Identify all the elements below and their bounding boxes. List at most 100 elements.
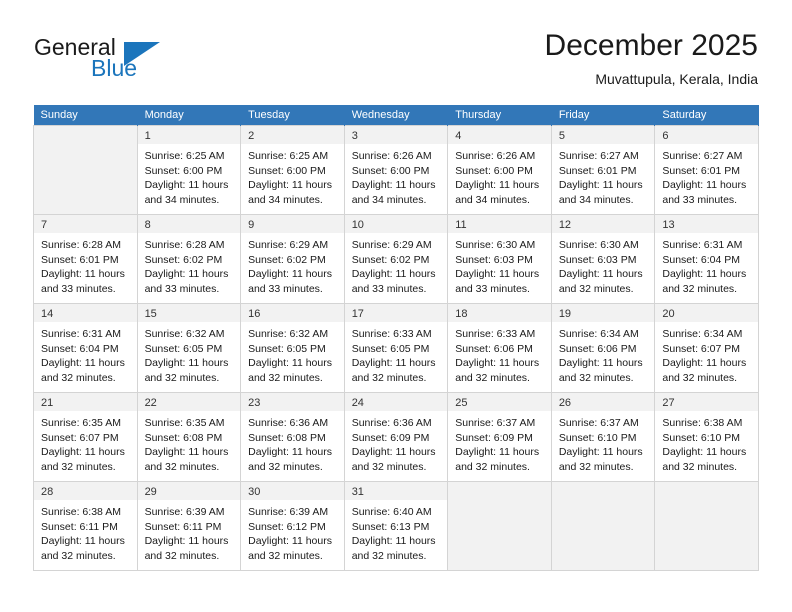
calendar-cell-empty (33, 125, 138, 215)
day-sun-info: Sunrise: 6:34 AM Sunset: 6:07 PM Daylight:… (655, 322, 758, 385)
day-daylight-text: and 33 minutes. (41, 282, 116, 295)
day-sun-info: Sunrise: 6:30 AM Sunset: 6:03 PM Daylight:… (552, 233, 655, 296)
calendar-week-row: 21 Sunrise: 6:35 AM Sunset: 6:07 PM Dayligh… (33, 392, 759, 482)
day-sun-info: Sunrise: 6:34 AM Sunset: 6:06 PM Daylight:… (552, 322, 655, 385)
day-sunset-text: Sunset: 6:06 PM (455, 342, 533, 355)
day-daylight-text: Daylight: 11 hours (558, 268, 643, 280)
day-sunrise-text: Sunrise: 6:36 AM (248, 417, 329, 429)
calendar-day-cell: 11 Sunrise: 6:30 AM Sunset: 6:03 PM Dayligh… (447, 214, 552, 304)
day-sunset-text: Sunset: 6:03 PM (558, 253, 637, 266)
day-daylight-text: and 32 minutes. (662, 371, 738, 384)
day-sun-info: Sunrise: 6:29 AM Sunset: 6:02 PM Daylight:… (345, 233, 448, 296)
day-sunset-text: Sunset: 6:03 PM (455, 253, 533, 266)
day-number: 4 (448, 126, 551, 144)
day-sunset-text: Sunset: 6:00 PM (144, 164, 223, 177)
day-daylight-text: and 32 minutes. (144, 460, 220, 473)
page-title: December 2025 (544, 29, 758, 62)
general-blue-logo: General Blue (34, 34, 174, 84)
day-sun-info: Sunrise: 6:30 AM Sunset: 6:03 PM Daylight:… (448, 233, 551, 296)
day-number: 2 (241, 126, 344, 144)
day-sun-info: Sunrise: 6:32 AM Sunset: 6:05 PM Daylight:… (138, 322, 241, 385)
day-sun-info: Sunrise: 6:33 AM Sunset: 6:05 PM Daylight:… (345, 322, 448, 385)
day-number: 14 (34, 304, 137, 322)
weekday-header-monday: Monday (137, 105, 242, 126)
day-sun-info: Sunrise: 6:25 AM Sunset: 6:00 PM Daylight:… (138, 144, 241, 207)
day-sun-info: Sunrise: 6:35 AM Sunset: 6:08 PM Daylight:… (138, 411, 241, 474)
day-sunrise-text: Sunrise: 6:38 AM (662, 417, 743, 429)
day-daylight-text: Daylight: 11 hours (351, 357, 436, 369)
day-sunrise-text: Sunrise: 6:34 AM (558, 328, 639, 340)
day-sunrise-text: Sunrise: 6:39 AM (248, 506, 329, 518)
calendar-cell-empty (550, 481, 656, 571)
day-sunrise-text: Sunrise: 6:25 AM (144, 150, 225, 162)
calendar-day-cell: 31 Sunrise: 6:40 AM Sunset: 6:13 PM Dayligh… (343, 481, 449, 571)
day-number: 24 (344, 393, 448, 411)
day-daylight-text: Daylight: 11 hours (351, 446, 436, 458)
calendar-week-row: 1 Sunrise: 6:25 AM Sunset: 6:00 PM Daylight… (33, 125, 759, 215)
day-number: 21 (34, 393, 137, 411)
day-daylight-text: Daylight: 11 hours (558, 179, 643, 191)
day-sunrise-text: Sunrise: 6:30 AM (558, 239, 639, 251)
calendar-day-cell: 21 Sunrise: 6:35 AM Sunset: 6:07 PM Dayligh… (33, 392, 138, 482)
day-daylight-text: and 34 minutes. (144, 193, 220, 206)
day-sunrise-text: Sunrise: 6:32 AM (248, 328, 329, 340)
day-number: 22 (137, 393, 241, 411)
day-daylight-text: and 32 minutes. (144, 371, 220, 384)
day-number: 20 (655, 304, 758, 322)
day-sun-info: Sunrise: 6:38 AM Sunset: 6:11 PM Daylight:… (34, 500, 137, 563)
day-sunrise-text: Sunrise: 6:31 AM (662, 239, 743, 251)
day-sunset-text: Sunset: 6:10 PM (558, 431, 637, 444)
day-daylight-text: Daylight: 11 hours (144, 535, 229, 547)
day-sunset-text: Sunset: 6:13 PM (351, 520, 430, 533)
title-block: December 2025 Muvattupula, Kerala, India (545, 28, 758, 89)
day-sunset-text: Sunset: 6:02 PM (351, 253, 430, 266)
day-daylight-text: and 33 minutes. (144, 282, 220, 295)
day-sunrise-text: Sunrise: 6:33 AM (351, 328, 432, 340)
day-sunset-text: Sunset: 6:07 PM (41, 431, 119, 444)
day-sun-info: Sunrise: 6:27 AM Sunset: 6:01 PM Daylight:… (655, 144, 758, 207)
day-daylight-text: Daylight: 11 hours (144, 446, 229, 458)
day-number: 17 (344, 304, 448, 322)
day-sunset-text: Sunset: 6:05 PM (144, 342, 223, 355)
weekday-header-saturday: Saturday (654, 105, 759, 126)
day-sunset-text: Sunset: 6:10 PM (662, 431, 741, 444)
day-daylight-text: Daylight: 11 hours (351, 179, 436, 191)
day-daylight-text: Daylight: 11 hours (248, 535, 332, 547)
calendar-day-cell: 13 Sunrise: 6:31 AM Sunset: 6:04 PM Dayligh… (654, 214, 759, 304)
day-sunrise-text: Sunrise: 6:30 AM (455, 239, 536, 251)
day-sunrise-text: Sunrise: 6:37 AM (558, 417, 639, 429)
day-daylight-text: Daylight: 11 hours (41, 357, 125, 369)
day-sunset-text: Sunset: 6:05 PM (248, 342, 326, 355)
day-number: 18 (448, 304, 551, 322)
day-daylight-text: and 32 minutes. (144, 549, 220, 562)
day-sunrise-text: Sunrise: 6:34 AM (662, 328, 743, 340)
day-sun-info: Sunrise: 6:31 AM Sunset: 6:04 PM Daylight:… (34, 322, 137, 385)
calendar-day-cell: 8 Sunrise: 6:28 AM Sunset: 6:02 PM Daylight… (136, 214, 242, 304)
day-sunrise-text: Sunrise: 6:26 AM (455, 150, 536, 162)
day-daylight-text: and 32 minutes. (558, 460, 634, 473)
day-daylight-text: and 32 minutes. (662, 282, 738, 295)
day-sunset-text: Sunset: 6:00 PM (248, 164, 326, 177)
day-daylight-text: and 32 minutes. (248, 549, 323, 562)
day-sun-info: Sunrise: 6:36 AM Sunset: 6:08 PM Daylight:… (241, 411, 344, 474)
day-sun-info: Sunrise: 6:29 AM Sunset: 6:02 PM Daylight:… (241, 233, 344, 296)
calendar-day-cell: 23 Sunrise: 6:36 AM Sunset: 6:08 PM Dayligh… (240, 392, 345, 482)
day-daylight-text: and 32 minutes. (455, 371, 530, 384)
day-daylight-text: Daylight: 11 hours (144, 268, 229, 280)
day-daylight-text: and 32 minutes. (41, 549, 116, 562)
day-number: 31 (344, 482, 448, 500)
calendar-cell-empty (447, 481, 552, 571)
calendar-day-cell: 20 Sunrise: 6:34 AM Sunset: 6:07 PM Dayligh… (654, 303, 759, 393)
day-number: 28 (34, 482, 137, 500)
day-sun-info: Sunrise: 6:35 AM Sunset: 6:07 PM Daylight:… (34, 411, 137, 474)
day-daylight-text: and 33 minutes. (662, 193, 738, 206)
day-sunset-text: Sunset: 6:05 PM (351, 342, 430, 355)
day-daylight-text: and 32 minutes. (351, 460, 427, 473)
day-daylight-text: Daylight: 11 hours (41, 268, 125, 280)
day-daylight-text: and 34 minutes. (248, 193, 323, 206)
day-sun-info: Sunrise: 6:37 AM Sunset: 6:10 PM Daylight:… (552, 411, 655, 474)
calendar-day-cell: 16 Sunrise: 6:32 AM Sunset: 6:05 PM Dayligh… (240, 303, 345, 393)
day-sunrise-text: Sunrise: 6:26 AM (351, 150, 432, 162)
day-sun-info: Sunrise: 6:28 AM Sunset: 6:02 PM Daylight:… (138, 233, 241, 296)
day-daylight-text: Daylight: 11 hours (455, 179, 540, 191)
